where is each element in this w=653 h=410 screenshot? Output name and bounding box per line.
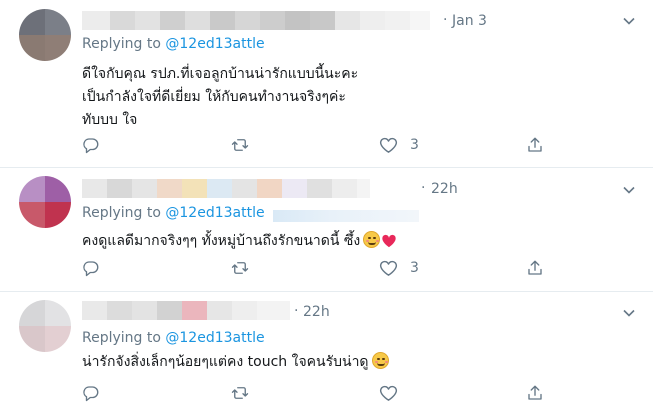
tweet-card[interactable]: · Jan 3 Replying to @12ed13attle ดีใจกับ…	[0, 0, 653, 168]
replying-to-label: Replying to	[82, 36, 161, 52]
chevron-down-icon[interactable]	[621, 305, 637, 321]
share-button[interactable]	[526, 258, 544, 278]
retweet-icon	[231, 139, 249, 151]
share-button[interactable]	[526, 135, 544, 155]
heart-icon	[379, 137, 398, 153]
tweet-actions	[82, 383, 542, 403]
tweet-timestamp[interactable]: 22h	[303, 304, 330, 320]
tweet-text: คงดูแลดีมากจริงๆๆ ทั้งหมู่บ้านถึงรักขนาด…	[82, 230, 397, 253]
blurred-user-name[interactable]	[82, 301, 290, 320]
reply-handle-link[interactable]: @12ed13attle	[165, 205, 264, 221]
dot-separator: ·	[443, 12, 448, 28]
tweet-timestamp[interactable]: 22h	[431, 181, 458, 197]
chevron-down-icon[interactable]	[621, 13, 637, 29]
replying-to: Replying to @12ed13attle	[82, 36, 265, 52]
retweet-icon	[231, 387, 249, 399]
tweet-text-line: ทับบบ ใจ	[82, 112, 138, 128]
heart-icon	[379, 260, 398, 276]
replying-to-label: Replying to	[82, 205, 161, 221]
reply-handle-link[interactable]: @12ed13attle	[165, 36, 264, 52]
share-icon	[528, 260, 542, 275]
tweet-actions: 3	[82, 135, 542, 155]
blurred-user-name[interactable]	[82, 11, 430, 30]
reply-icon	[83, 138, 99, 154]
blurred-region	[273, 210, 419, 222]
smiling-face-emoji-icon	[363, 231, 381, 248]
blurred-user-name[interactable]	[82, 179, 370, 198]
tweet-text-line: ดีใจกับคุณ รปภ.ที่เจอลูกบ้านน่ารักแบบนี้…	[82, 66, 359, 82]
like-button[interactable]: 3	[379, 258, 419, 278]
tweet-text: ดีใจกับคุณ รปภ.ที่เจอลูกบ้านน่ารักแบบนี้…	[82, 63, 358, 132]
tweet-text: น่ารักจังสิ่งเล็กๆน้อยๆแต่คง touch ใจคนร…	[82, 351, 389, 374]
tweet-card[interactable]: · 22h Replying to @12ed13attle น่ารักจัง…	[0, 292, 653, 410]
tweet-timestamp[interactable]: Jan 3	[452, 13, 487, 29]
replying-to: Replying to @12ed13attle	[82, 330, 265, 346]
chevron-down-icon[interactable]	[621, 182, 637, 198]
replying-to: Replying to @12ed13attle	[82, 205, 265, 221]
like-button[interactable]: 3	[379, 135, 419, 155]
retweet-button[interactable]	[230, 258, 262, 278]
like-count: 3	[410, 137, 419, 153]
dot-separator: ·	[421, 180, 426, 196]
tweet-text-line: เป็นกำลังใจที่ดีเยี่ยม ให้กับคนทำงานจริง…	[82, 89, 346, 105]
avatar[interactable]	[19, 176, 71, 228]
reply-button[interactable]	[82, 135, 112, 155]
reply-icon	[83, 386, 99, 402]
retweet-icon	[231, 262, 249, 274]
tweet-card[interactable]: · 22h Replying to @12ed13attle คงดูแลดีม…	[0, 168, 653, 292]
share-button[interactable]	[526, 383, 544, 403]
tweet-text-line: คงดูแลดีมากจริงๆๆ ทั้งหมู่บ้านถึงรักขนาด…	[82, 233, 361, 249]
reply-icon	[83, 261, 99, 277]
retweet-button[interactable]	[230, 135, 262, 155]
tweet-text-line: น่ารักจังสิ่งเล็กๆน้อยๆแต่คง touch ใจคนร…	[82, 354, 369, 370]
replying-to-label: Replying to	[82, 330, 161, 346]
dot-separator: ·	[294, 303, 299, 319]
heart-icon	[379, 385, 398, 401]
reply-button[interactable]	[82, 383, 112, 403]
share-icon	[528, 137, 542, 152]
like-button[interactable]	[379, 383, 410, 403]
smiling-face-emoji-icon	[371, 352, 389, 369]
avatar[interactable]	[19, 300, 71, 352]
avatar[interactable]	[19, 9, 71, 61]
reply-handle-link[interactable]: @12ed13attle	[165, 330, 264, 346]
like-count: 3	[410, 260, 419, 276]
reply-button[interactable]	[82, 258, 112, 278]
retweet-button[interactable]	[230, 383, 262, 403]
tweet-actions: 3	[82, 258, 542, 278]
share-icon	[528, 385, 542, 400]
heart-emoji-icon	[382, 234, 396, 248]
